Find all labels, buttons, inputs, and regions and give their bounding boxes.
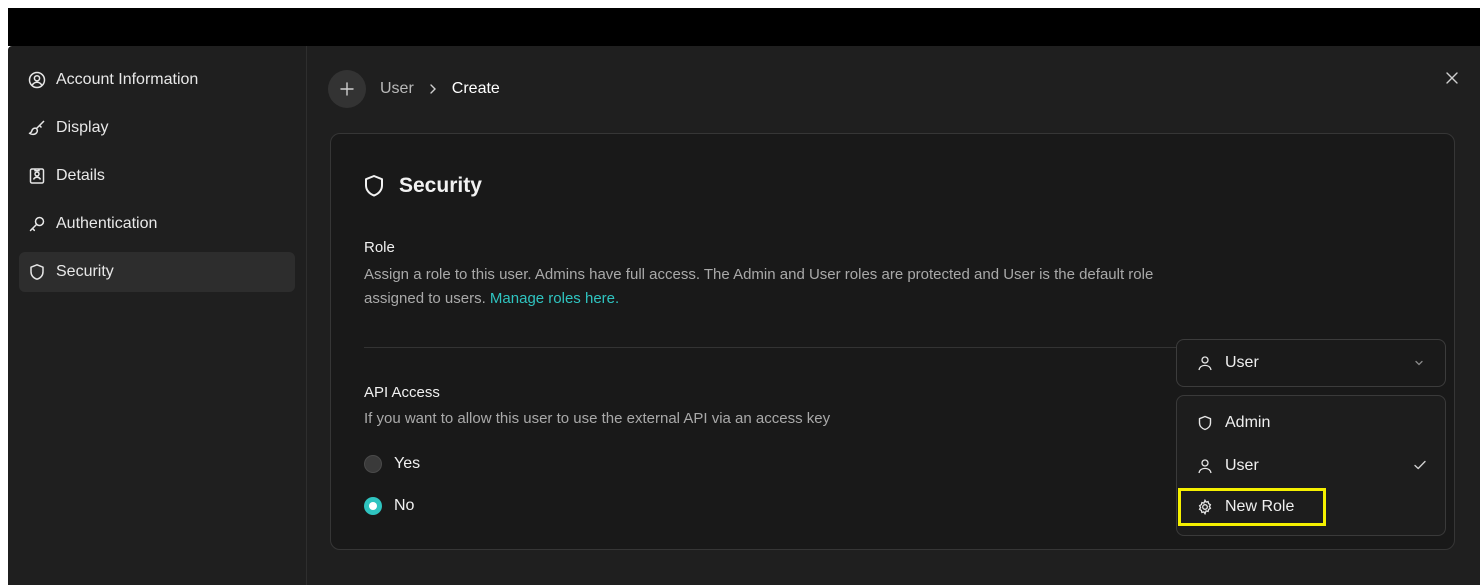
role-select-value: User [1225,354,1259,371]
id-card-icon [28,167,46,185]
sidebar-item-label: Details [56,167,105,184]
api-access-no-option[interactable]: No [364,497,414,515]
close-icon [1445,71,1459,85]
sidebar: Account Information Display Details Auth… [8,46,307,585]
radio-yes[interactable] [364,455,382,473]
radio-label: Yes [394,455,421,472]
sidebar-item-label: Security [56,263,114,280]
key-icon [28,215,46,233]
option-label: Admin [1225,414,1271,431]
role-label: Role [364,239,395,256]
manage-roles-link[interactable]: Manage roles here. [490,290,619,307]
chevron-down-icon [1413,357,1425,369]
breadcrumb: User Create [328,70,500,108]
api-access-description: If you want to allow this user to use th… [364,410,831,427]
role-dropdown-menu: Admin User New Role [1176,395,1446,536]
top-bar [8,8,1480,46]
sidebar-item-label: Account Information [56,71,199,88]
radio-no[interactable] [364,497,382,515]
sidebar-item-account-information[interactable]: Account Information [19,60,295,100]
sidebar-item-authentication[interactable]: Authentication [19,204,295,244]
brush-icon [28,119,46,137]
section-title: Security [363,174,482,198]
user-circle-icon [28,71,46,89]
role-option-user[interactable]: User [1187,447,1435,485]
shield-icon [1197,415,1213,431]
shield-icon [363,174,385,198]
api-access-yes-option[interactable]: Yes [364,455,420,473]
role-option-admin[interactable]: Admin [1187,404,1435,442]
breadcrumb-current: Create [451,80,500,97]
role-description-text: Assign a role to this user. Admins have … [364,266,1154,307]
user-icon [1197,355,1213,371]
role-description: Assign a role to this user. Admins have … [364,263,1154,311]
breadcrumb-parent[interactable]: User [380,80,414,98]
sidebar-item-details[interactable]: Details [19,156,295,196]
sidebar-item-label: Authentication [56,215,158,232]
api-access-label: API Access [364,384,440,401]
option-label: User [1225,457,1259,474]
check-icon [1413,458,1427,472]
settings-window: Account Information Display Details Auth… [8,46,1480,585]
sidebar-item-display[interactable]: Display [19,108,295,148]
section-title-text: Security [399,174,482,197]
main-panel: User Create Security Role Assign a role … [308,46,1480,585]
radio-label: No [394,497,415,514]
user-icon [1197,458,1213,474]
sidebar-item-label: Display [56,119,109,136]
role-select[interactable]: User [1176,339,1446,387]
sidebar-item-security[interactable]: Security [19,252,295,292]
gear-icon [1197,499,1213,515]
add-button[interactable] [328,70,366,108]
chevron-right-icon [428,83,438,95]
plus-icon [340,82,354,96]
shield-icon [28,263,46,281]
role-option-new-role[interactable]: New Role [1178,488,1326,526]
security-card: Security Role Assign a role to this user… [330,133,1455,550]
close-button[interactable] [1442,68,1462,88]
option-label: New Role [1225,498,1295,515]
